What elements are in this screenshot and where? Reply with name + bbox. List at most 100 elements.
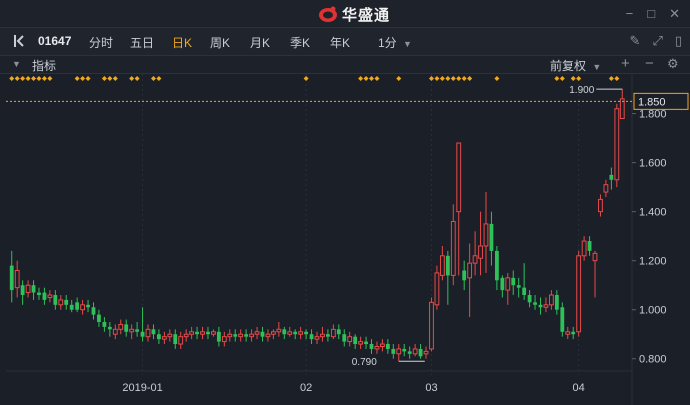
candle-body [450, 220, 456, 276]
price-adjust-select[interactable]: 前复权 ▼ [550, 57, 601, 74]
candle-body [151, 329, 156, 335]
price-overlay: 1.850 1.900 0.790 [6, 85, 689, 368]
candle-body [53, 295, 58, 305]
candle-body [20, 285, 25, 296]
event-marker [369, 76, 375, 81]
maximize-icon[interactable]: □ [647, 6, 655, 22]
candle-body [511, 277, 516, 286]
y-axis: 0.800 1.000 1.200 1.400 1.600 1.800 [632, 109, 667, 366]
tab-year-k[interactable]: 年K [330, 34, 350, 51]
event-marker [129, 76, 135, 81]
candle-body [206, 331, 210, 335]
candle-body [221, 336, 227, 343]
candle-body [543, 304, 549, 308]
candle-body [107, 326, 112, 330]
candle-body [69, 304, 74, 310]
event-marker [85, 76, 91, 81]
candle-body [560, 307, 565, 332]
event-marker [74, 76, 80, 81]
candle-body [227, 333, 233, 338]
minimize-icon[interactable]: − [626, 6, 634, 22]
close-icon[interactable]: ✕ [669, 6, 680, 22]
tab-intraday[interactable]: 分时 [89, 34, 113, 51]
candle-body [342, 334, 347, 342]
event-marker [31, 76, 37, 81]
event-marker [47, 76, 53, 81]
candle-body [445, 255, 450, 276]
candle-body [9, 265, 14, 291]
candle-body [353, 336, 358, 345]
candle-body [282, 329, 287, 335]
event-marker [576, 76, 582, 81]
pencil-icon[interactable]: ✎ [630, 33, 641, 49]
candle-body [157, 334, 161, 340]
event-marker [559, 76, 565, 81]
candle-body [516, 285, 521, 288]
candle-body [434, 272, 440, 306]
event-marker [9, 76, 15, 81]
candle-body [58, 299, 64, 306]
fullscreen-icon[interactable]: ⤢ [652, 33, 662, 49]
collapse-left-icon[interactable] [14, 35, 28, 47]
candle-body [609, 174, 614, 180]
candle-body [522, 287, 527, 296]
chevron-down-icon: ▼ [403, 39, 412, 49]
candle-body [603, 184, 609, 193]
candle-body [462, 270, 467, 281]
stock-code[interactable]: 01647 [38, 34, 71, 48]
candle-body [304, 331, 309, 335]
candle-body [391, 348, 396, 354]
gear-icon[interactable]: ⚙ [667, 56, 679, 72]
indicator-label[interactable]: 指标 [32, 57, 56, 74]
candle-body [75, 302, 80, 310]
candle-body [364, 341, 368, 345]
candlestick-chart[interactable]: 0.800 1.000 1.200 1.400 1.600 1.800 2019-01 02… [0, 74, 690, 405]
event-marker [134, 76, 140, 81]
event-marker [428, 76, 434, 81]
candle-body [548, 294, 554, 306]
tab-month-k[interactable]: 月K [250, 34, 270, 51]
candle-body [439, 255, 445, 276]
x-tick-label: 03 [425, 382, 437, 394]
candle-body [358, 341, 364, 345]
zoom-in-button[interactable]: + [621, 55, 630, 72]
tab-quarter-k[interactable]: 季K [290, 34, 310, 51]
candle-body [135, 329, 140, 332]
candle-body [97, 314, 101, 322]
candle-body [112, 328, 118, 335]
indicator-toggle-icon[interactable]: ▼ [12, 59, 21, 69]
tab-week-k[interactable]: 周K [210, 34, 230, 51]
candle-body [129, 328, 135, 333]
app-name: 华盛通 [342, 6, 391, 24]
event-marker [112, 76, 118, 81]
candle-body [287, 331, 293, 335]
candle-body [276, 328, 282, 333]
y-tick-label: 1.600 [639, 158, 667, 170]
chevron-down-icon: ▼ [592, 62, 602, 72]
candle-body [527, 295, 532, 303]
candle-body [293, 331, 298, 335]
tab-five-day[interactable]: 五日 [130, 34, 154, 51]
candle-body [472, 255, 478, 264]
candle-body [260, 331, 265, 337]
indicator-bar: ▼ 指标 前复权 ▼ + − ⚙ [0, 55, 690, 74]
toolbar-right-icons: ✎ ⤢ ▯ [630, 33, 682, 49]
candle-body [145, 328, 151, 338]
candle-body [598, 198, 603, 213]
event-marker [303, 76, 309, 81]
zoom-out-button[interactable]: − [645, 55, 654, 72]
candle-body [554, 295, 559, 310]
event-marker [36, 76, 42, 81]
candle-body [592, 252, 598, 262]
tab-day-k[interactable]: 日K [172, 34, 192, 51]
candle-body [249, 333, 254, 338]
candle-body [173, 334, 178, 345]
candle-body [14, 269, 20, 289]
min-price-label: 0.790 [352, 357, 377, 368]
candle-body [494, 250, 499, 281]
minute-select[interactable]: 1分 ▼ [378, 34, 412, 51]
event-marker [461, 76, 467, 81]
panel-icon[interactable]: ▯ [675, 33, 682, 49]
y-tick-label: 1.200 [639, 256, 667, 268]
candle-body [64, 299, 69, 305]
